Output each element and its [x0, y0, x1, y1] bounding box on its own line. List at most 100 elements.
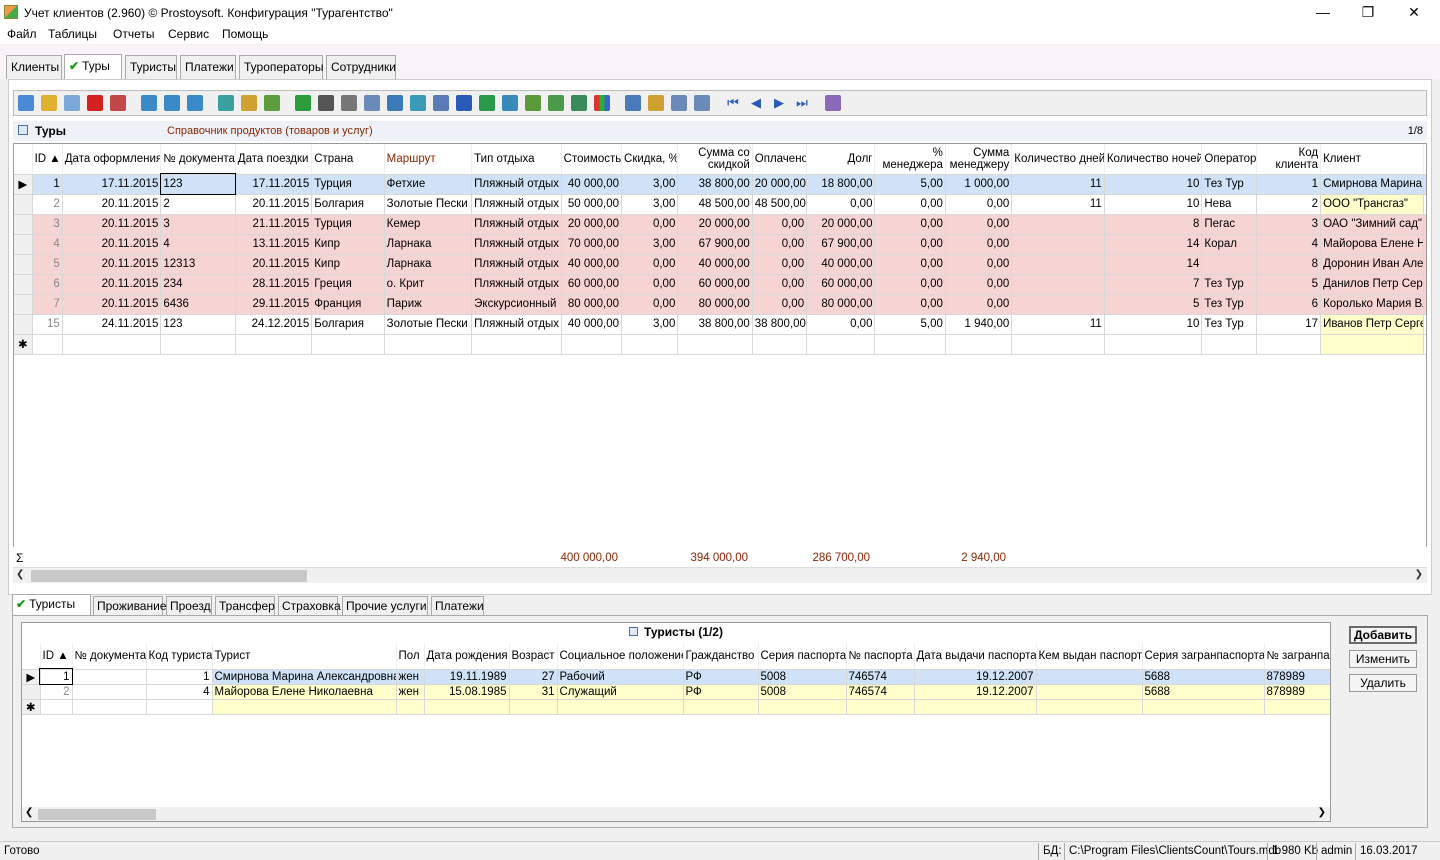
cell-country[interactable]: Франция — [311, 294, 385, 315]
cell-debt[interactable]: 0,00 — [806, 194, 876, 215]
cell-cost[interactable]: 60 000,00 — [561, 274, 623, 295]
delete-icon[interactable] — [87, 95, 103, 111]
cell-doc-number[interactable]: 12313 — [160, 254, 236, 275]
empty-cell[interactable] — [471, 334, 562, 355]
cell-discounted-sum[interactable]: 40 000,00 — [677, 254, 753, 275]
cell-country[interactable]: Греция — [311, 274, 385, 295]
empty-cell[interactable] — [62, 334, 162, 355]
tourist-cell[interactable]: РФ — [683, 684, 759, 700]
tab-accommodation[interactable]: Проживание — [93, 596, 167, 616]
tourist-cell[interactable]: 746574 — [846, 684, 915, 700]
row-indicator[interactable] — [22, 684, 41, 700]
cell-paid[interactable]: 38 800,00 — [752, 314, 808, 335]
current-row-icon[interactable]: ▶ — [14, 174, 33, 195]
tourist-cell[interactable]: 19.12.2007 — [914, 669, 1037, 685]
cell-more[interactable] — [1423, 254, 1426, 275]
cell-discount[interactable]: 3,00 — [621, 234, 679, 255]
cell-discounted-sum[interactable]: 20 000,00 — [677, 214, 753, 235]
cell-date-issue[interactable]: 17.11.2015 — [62, 174, 162, 195]
close-button[interactable]: ✕ — [1394, 3, 1434, 21]
cell-discounted-sum[interactable]: 80 000,00 — [677, 294, 753, 315]
tab-insurance[interactable]: Страховка — [278, 596, 341, 616]
cell-discount[interactable]: 3,00 — [621, 194, 679, 215]
col-doc-number[interactable]: № документа — [160, 144, 236, 175]
cell-doc-number[interactable]: 123 — [160, 314, 236, 335]
new-row[interactable]: ✱ — [22, 699, 1330, 715]
current-row-icon[interactable]: ▶ — [22, 669, 41, 685]
tourist-cell[interactable]: РФ — [683, 669, 759, 685]
table-row[interactable]: ▶ 1 17.11.2015 123 17.11.2015 Турция Фетхие Пля… — [14, 173, 1426, 195]
first-record-icon[interactable]: ⏮ — [725, 95, 741, 111]
tourist-cell[interactable]: жен — [396, 669, 425, 685]
cell-date-issue[interactable]: 20.11.2015 — [62, 234, 162, 255]
cell-days[interactable]: 11 — [1011, 194, 1105, 215]
col-days[interactable]: Количество дней — [1011, 144, 1105, 175]
cell-operator[interactable]: Тез Тур — [1201, 314, 1257, 335]
edit-tourist-button[interactable]: Изменить — [1349, 650, 1417, 668]
horizontal-scrollbar[interactable]: ❮ ❯ — [13, 567, 1427, 583]
filter-settings-icon[interactable] — [218, 95, 234, 111]
tab-tourists[interactable]: Туристы — [125, 55, 177, 79]
tourist-cell[interactable]: 878989 — [1264, 669, 1330, 685]
col-client[interactable]: Клиент — [1320, 144, 1424, 175]
cell-manager-sum[interactable]: 0,00 — [945, 214, 1013, 235]
tcol-passport-number[interactable]: № паспорта — [846, 643, 915, 670]
tourist-cell[interactable]: 5688 — [1142, 684, 1265, 700]
empty-cell[interactable] — [509, 699, 558, 715]
cell-doc-number[interactable]: 6436 — [160, 294, 236, 315]
cell-nights[interactable]: 5 — [1104, 294, 1203, 315]
col-nights[interactable]: Количество ночей — [1104, 144, 1203, 175]
filter-group-icon[interactable] — [241, 95, 257, 111]
grid-settings-icon[interactable] — [694, 95, 710, 111]
cell-paid[interactable]: 0,00 — [752, 234, 808, 255]
cell-more[interactable] — [1423, 214, 1426, 235]
tourist-cell[interactable]: 5008 — [758, 669, 847, 685]
cell-route[interactable]: Фетхие — [384, 174, 473, 195]
tab-touroperators[interactable]: Туроператоры — [239, 55, 323, 79]
cell-doc-number[interactable]: 2 — [160, 194, 236, 215]
empty-cell[interactable] — [1256, 334, 1322, 355]
cell-client-code[interactable]: 3 — [1256, 214, 1322, 235]
cell-country[interactable]: Турция — [311, 174, 385, 195]
tab-travel[interactable]: Проезд — [166, 596, 212, 616]
cell-paid[interactable]: 0,00 — [752, 214, 808, 235]
tourist-cell[interactable]: 1 — [146, 669, 213, 685]
row-indicator[interactable] — [14, 214, 33, 235]
empty-cell[interactable] — [677, 334, 753, 355]
cell-date-issue[interactable]: 20.11.2015 — [62, 254, 162, 275]
row-indicator[interactable] — [14, 294, 33, 315]
empty-cell[interactable] — [945, 334, 1013, 355]
filter-remove-icon[interactable] — [164, 95, 180, 111]
cell-route[interactable]: Ларнака — [384, 254, 473, 275]
tourist-cell[interactable]: Майорова Елене Николаевна — [212, 684, 397, 700]
menu-file[interactable]: Файл — [7, 27, 37, 41]
preview-icon[interactable] — [364, 95, 380, 111]
scroll-right-icon[interactable]: ❯ — [1415, 569, 1423, 580]
cell-rest-type[interactable]: Пляжный отдых — [471, 254, 562, 275]
cell-operator[interactable]: Тез Тур — [1201, 294, 1257, 315]
scroll-left-icon[interactable]: ❮ — [25, 807, 33, 818]
cell-client[interactable]: Иванов Петр Серге — [1320, 314, 1424, 335]
cell-nights[interactable]: 8 — [1104, 214, 1203, 235]
empty-cell[interactable] — [846, 699, 915, 715]
minimize-button[interactable]: — — [1303, 3, 1343, 21]
tcol-intl-series[interactable]: Серия загранпаспорта — [1142, 643, 1265, 670]
tourists-hscroll[interactable]: ❮ ❯ — [22, 807, 1330, 821]
empty-cell[interactable] — [212, 699, 397, 715]
html-icon[interactable] — [502, 95, 518, 111]
cell-manager-sum[interactable]: 1 940,00 — [945, 314, 1013, 335]
cell-cost[interactable]: 50 000,00 — [561, 194, 623, 215]
cell-discount[interactable]: 0,00 — [621, 214, 679, 235]
empty-cell[interactable] — [557, 699, 684, 715]
tourist-cell[interactable]: жен — [396, 684, 425, 700]
cell-debt[interactable]: 18 800,00 — [806, 174, 876, 195]
cell-date-issue[interactable]: 24.11.2015 — [62, 314, 162, 335]
empty-cell[interactable] — [1201, 334, 1257, 355]
excel-icon[interactable] — [479, 95, 495, 111]
cell-client-code[interactable]: 1 — [1256, 174, 1322, 195]
cell-id[interactable]: 7 — [32, 294, 63, 315]
empty-cell[interactable] — [1011, 334, 1105, 355]
empty-cell[interactable] — [1142, 699, 1265, 715]
cell-manager-pct[interactable]: 0,00 — [874, 274, 946, 295]
cell-client-code[interactable]: 17 — [1256, 314, 1322, 335]
